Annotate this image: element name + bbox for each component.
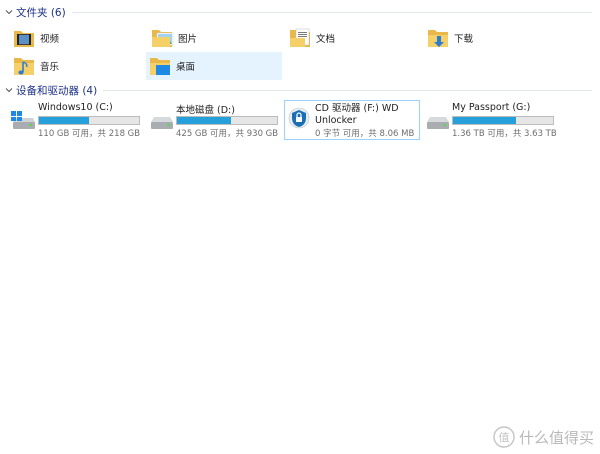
- documents-folder-icon: [290, 28, 310, 47]
- pictures-folder-icon: [152, 30, 174, 47]
- folder-item-videos[interactable]: 视频: [10, 24, 144, 52]
- folder-label: 视频: [40, 34, 60, 45]
- folder-label: 下载: [454, 34, 474, 45]
- smzdm-logo-icon: 值: [493, 426, 515, 448]
- desktop-folder-icon: [150, 58, 170, 75]
- svg-text:值: 值: [498, 431, 509, 444]
- drive-usage-bar: [176, 116, 278, 125]
- drive-name: My Passport (G:): [452, 102, 531, 113]
- folder-item-pictures[interactable]: 图片: [148, 24, 282, 52]
- downloads-folder-icon: [428, 30, 448, 47]
- hard-drive-icon: [427, 117, 449, 129]
- drive-name: Windows10 (C:): [38, 102, 113, 113]
- folder-label: 文档: [316, 34, 336, 45]
- folders-group-title: 文件夹 (6): [16, 6, 66, 19]
- drives-group-header[interactable]: 设备和驱动器 (4): [4, 82, 592, 98]
- drive-name: CD 驱动器 (F:) WD Unlocker: [315, 103, 399, 126]
- folder-item-music[interactable]: 音乐: [10, 52, 144, 80]
- folder-label: 音乐: [40, 62, 60, 73]
- wd-unlocker-icon: [288, 107, 310, 129]
- drive-usage-bar: [38, 116, 140, 125]
- drive-name: 本地磁盘 (D:): [176, 105, 235, 116]
- drive-item-d[interactable]: 本地磁盘 (D:) 425 GB 可用，共 930 GB: [146, 100, 280, 140]
- folder-item-downloads[interactable]: 下载: [424, 24, 558, 52]
- group-divider: [103, 90, 592, 91]
- drives-group-title: 设备和驱动器 (4): [16, 84, 98, 97]
- drive-usage-fill: [177, 117, 232, 124]
- folders-group-header[interactable]: 文件夹 (6): [4, 4, 592, 20]
- drive-item-f[interactable]: CD 驱动器 (F:) WD Unlocker 0 字节 可用，共 8.06 M…: [284, 100, 420, 140]
- drive-usage-bar: [452, 116, 554, 125]
- drive-item-c[interactable]: Windows10 (C:) 110 GB 可用，共 218 GB: [8, 100, 142, 140]
- drive-usage-fill: [39, 117, 89, 124]
- video-folder-icon: [14, 31, 34, 47]
- chevron-down-icon[interactable]: [4, 7, 14, 17]
- drive-item-g[interactable]: My Passport (G:) 1.36 TB 可用，共 3.63 TB: [422, 100, 557, 140]
- music-folder-icon: [14, 58, 34, 75]
- chevron-down-icon[interactable]: [4, 85, 14, 95]
- drive-space: 425 GB 可用，共 930 GB: [176, 129, 279, 139]
- group-divider: [71, 12, 592, 13]
- folder-label: 图片: [178, 34, 198, 45]
- watermark: 值 什么值得买: [493, 426, 594, 448]
- drive-space: 0 字节 可用，共 8.06 MB: [315, 129, 415, 139]
- folder-item-desktop[interactable]: 桌面: [146, 52, 282, 80]
- hard-drive-icon: [151, 117, 173, 129]
- folder-label: 桌面: [176, 62, 196, 73]
- drive-usage-fill: [453, 117, 516, 124]
- windows-drive-icon: [11, 111, 35, 129]
- watermark-text: 什么值得买: [518, 428, 594, 447]
- drive-space: 110 GB 可用，共 218 GB: [38, 129, 141, 139]
- folder-item-documents[interactable]: 文档: [286, 24, 420, 52]
- drive-space: 1.36 TB 可用，共 3.63 TB: [452, 129, 557, 139]
